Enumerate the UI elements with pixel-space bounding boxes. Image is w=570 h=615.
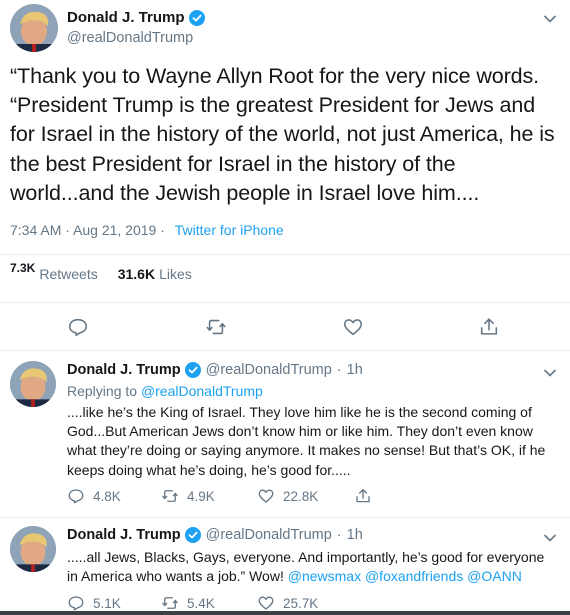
reply-button[interactable]: 4.8K bbox=[67, 487, 121, 505]
mention-foxandfriends[interactable]: @foxandfriends bbox=[365, 568, 463, 584]
chevron-down-icon[interactable] bbox=[543, 11, 557, 23]
like-button[interactable]: 25.7K bbox=[257, 594, 318, 612]
separator-dot: · bbox=[336, 362, 342, 378]
author-name-row: Donald J. Trump bbox=[67, 9, 205, 26]
main-tweet: Donald J. Trump @realDonaldTrump “Thank … bbox=[0, 0, 570, 350]
source-link[interactable]: Twitter for iPhone bbox=[175, 222, 284, 238]
chevron-down-icon[interactable] bbox=[543, 365, 557, 377]
tweet-text: ....like he’s the King of Israel. They l… bbox=[67, 404, 546, 478]
divider bbox=[0, 254, 570, 255]
tweet-actions: 5.1K 5.4K 25.7K bbox=[67, 594, 487, 612]
tweet-actions: 4.8K 4.9K 22.8K bbox=[67, 487, 487, 505]
reply-count: 4.8K bbox=[93, 488, 121, 504]
tweet-stats: 7.3K Retweets 31.6K Likes bbox=[10, 261, 192, 282]
like-button[interactable]: 22.8K bbox=[257, 487, 318, 505]
reply-count: 5.1K bbox=[93, 595, 121, 611]
reply-icon bbox=[68, 596, 84, 611]
avatar[interactable] bbox=[10, 4, 58, 52]
reply-icon[interactable] bbox=[67, 316, 89, 338]
retweet-icon bbox=[162, 490, 178, 502]
mention-newsmax[interactable]: @newsmax bbox=[288, 568, 361, 584]
share-icon bbox=[356, 488, 370, 503]
mention-oann[interactable]: @OANN bbox=[467, 568, 522, 584]
retweet-button[interactable]: 5.4K bbox=[161, 594, 215, 612]
replying-label: Replying to bbox=[67, 383, 138, 399]
tweet-text: “Thank you to Wayne Allyn Root for the v… bbox=[10, 64, 555, 205]
likes-count[interactable]: 31.6K bbox=[118, 266, 155, 282]
reply-icon bbox=[68, 489, 84, 504]
display-name[interactable]: Donald J. Trump bbox=[67, 527, 181, 543]
replying-to-mention[interactable]: @realDonaldTrump bbox=[141, 383, 263, 399]
reply-button[interactable]: 5.1K bbox=[67, 594, 121, 612]
author-name-row: Donald J. Trump @realDonaldTrump · 1h bbox=[67, 527, 363, 543]
share-icon[interactable] bbox=[478, 316, 500, 338]
avatar-image bbox=[10, 526, 56, 572]
retweet-button[interactable]: 4.9K bbox=[161, 487, 215, 505]
avatar[interactable] bbox=[10, 526, 56, 572]
retweet-icon[interactable] bbox=[205, 316, 227, 338]
timestamp[interactable]: 1h bbox=[347, 527, 363, 543]
share-button[interactable] bbox=[354, 487, 380, 505]
reply-tweet[interactable]: Donald J. Trump @realDonaldTrump · 1h Re… bbox=[0, 351, 570, 517]
verified-badge-icon bbox=[188, 9, 205, 26]
avatar-image bbox=[10, 4, 58, 52]
likes-label[interactable]: Likes bbox=[159, 266, 192, 282]
bottom-bar bbox=[0, 611, 570, 615]
like-icon[interactable] bbox=[342, 316, 364, 338]
divider bbox=[0, 302, 570, 303]
avatar[interactable] bbox=[10, 361, 56, 407]
tweet-text: .....all Jews, Blacks, Gays, everyone. A… bbox=[67, 548, 552, 586]
display-name[interactable]: Donald J. Trump bbox=[67, 362, 181, 378]
verified-badge-icon bbox=[184, 362, 201, 378]
retweets-label[interactable]: Retweets bbox=[39, 266, 97, 282]
separator-dot: · bbox=[336, 527, 342, 543]
replying-to: Replying to @realDonaldTrump bbox=[67, 383, 263, 399]
tweet-actions bbox=[0, 316, 570, 338]
verified-badge-icon bbox=[184, 527, 201, 543]
like-icon bbox=[258, 489, 274, 503]
timestamp[interactable]: 7:34 AM · Aug 21, 2019 · bbox=[10, 222, 165, 238]
handle[interactable]: @realDonaldTrump bbox=[206, 527, 332, 543]
retweet-icon bbox=[162, 597, 178, 609]
like-icon bbox=[258, 596, 274, 610]
author-name-row: Donald J. Trump @realDonaldTrump · 1h bbox=[67, 362, 363, 378]
handle[interactable]: @realDonaldTrump bbox=[67, 30, 193, 46]
avatar-image bbox=[10, 361, 56, 407]
reply-tweet[interactable]: Donald J. Trump @realDonaldTrump · 1h ..… bbox=[0, 518, 570, 611]
retweet-count: 5.4K bbox=[187, 595, 215, 611]
timestamp[interactable]: 1h bbox=[347, 362, 363, 378]
retweets-count[interactable]: 7.3K bbox=[10, 261, 35, 275]
chevron-down-icon[interactable] bbox=[543, 530, 557, 542]
like-count: 25.7K bbox=[283, 595, 319, 611]
like-count: 22.8K bbox=[283, 488, 319, 504]
display-name[interactable]: Donald J. Trump bbox=[67, 9, 185, 26]
retweet-count: 4.9K bbox=[187, 488, 215, 504]
tweet-meta: 7:34 AM · Aug 21, 2019 · Twitter for iPh… bbox=[10, 222, 284, 238]
handle[interactable]: @realDonaldTrump bbox=[206, 362, 332, 378]
